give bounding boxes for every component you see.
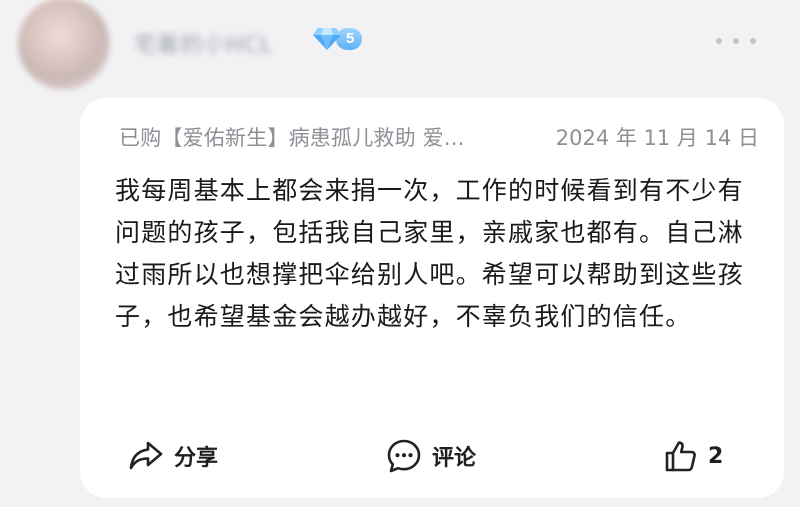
review-date: 2024 年 11 月 14 日 xyxy=(555,126,759,150)
share-label: 分享 xyxy=(174,446,219,471)
share-button[interactable]: 分享 xyxy=(128,436,218,476)
user-level-badge: 5 xyxy=(312,27,363,51)
avatar[interactable] xyxy=(18,0,110,90)
username[interactable]: 宅着的小HCL xyxy=(134,27,273,58)
review-card: 已购【爱佑新生】病患孤儿救助 爱... 2024 年 11 月 14 日 我每周… xyxy=(80,98,784,498)
purchase-label[interactable]: 已购【爱佑新生】病患孤儿救助 爱... xyxy=(119,122,465,152)
share-icon xyxy=(129,441,163,470)
review-text: 我每周基本上都会来捐一次，工作的时候看到有不少有问题的孩子，包括我自己家里，亲戚… xyxy=(115,176,744,331)
thumbs-up-icon xyxy=(665,441,696,472)
action-bar: 分享 评论 2 xyxy=(128,436,738,476)
more-dots-icon[interactable] xyxy=(716,34,756,48)
diamond-icon xyxy=(313,28,341,50)
dot xyxy=(750,38,756,44)
post-header: 宅着的小HCL 5 xyxy=(0,0,800,90)
dot xyxy=(716,38,722,44)
comment-label: 评论 xyxy=(432,446,477,471)
like-count: 2 xyxy=(708,443,724,469)
comment-bubble-icon xyxy=(387,439,421,473)
like-button[interactable]: 2 xyxy=(664,436,723,476)
comment-button[interactable]: 评论 xyxy=(386,436,476,476)
dot xyxy=(733,38,739,44)
review-meta: 已购【爱佑新生】病患孤儿救助 爱... 2024 年 11 月 14 日 xyxy=(119,122,759,152)
